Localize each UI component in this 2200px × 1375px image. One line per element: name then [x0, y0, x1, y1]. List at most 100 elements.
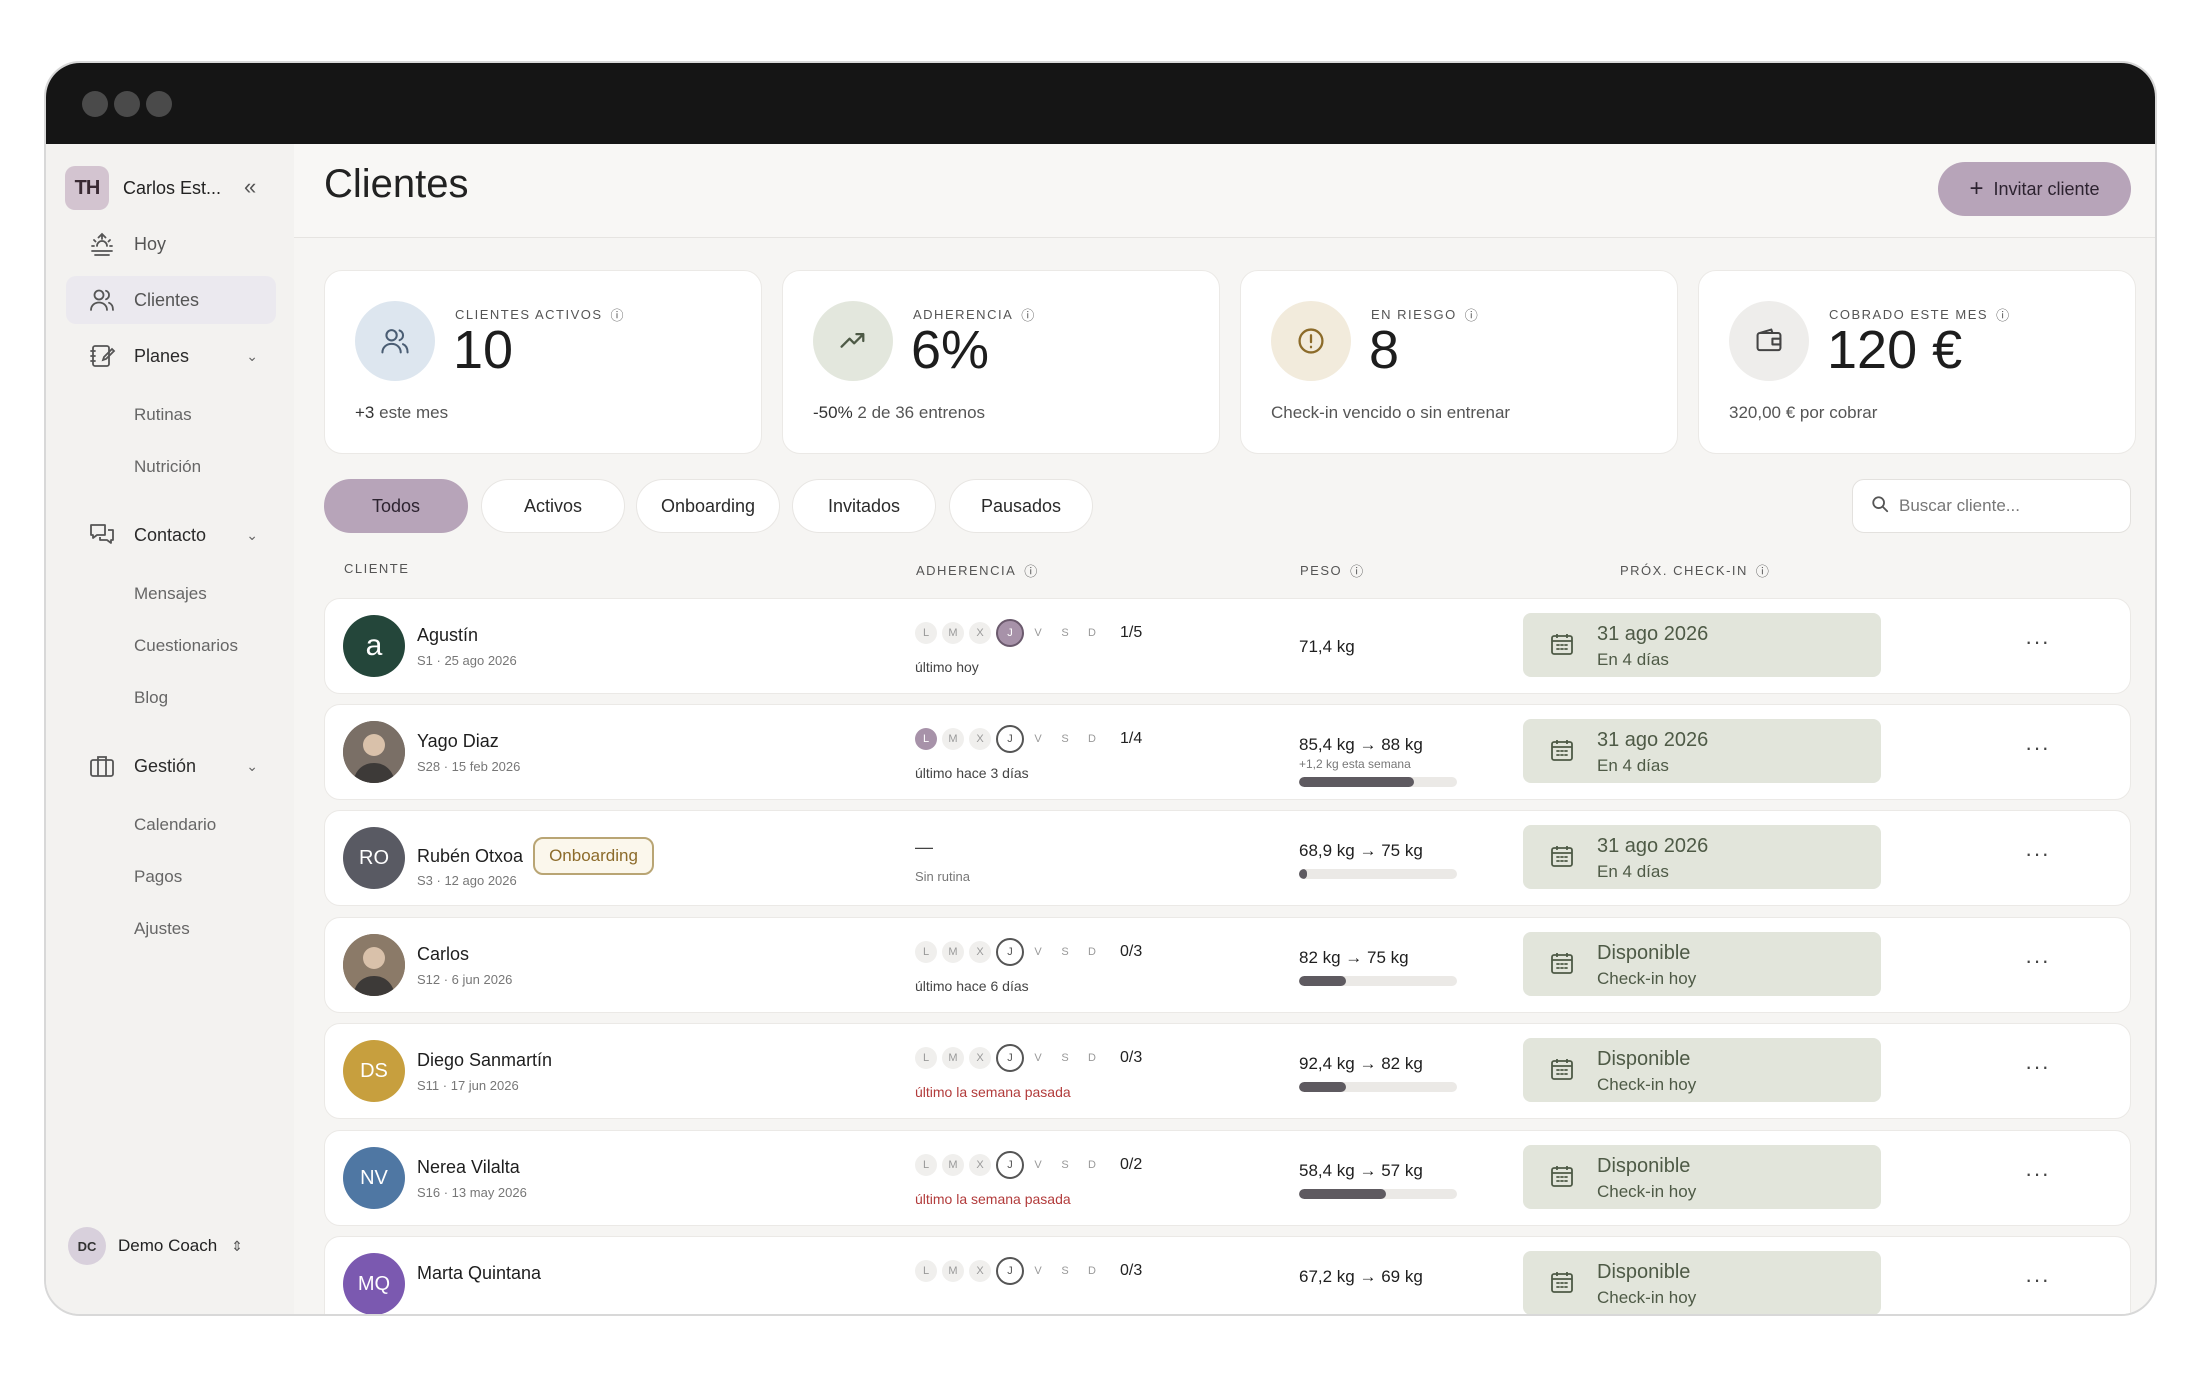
column-header-peso[interactable]: PESO ⓘ: [1300, 561, 1365, 580]
more-options-icon[interactable]: ···: [2025, 948, 2050, 974]
client-name[interactable]: Rubén Otxoa Onboarding: [417, 837, 654, 875]
table-row[interactable]: Carlos S12 · 6 jun 2026 L M X J V S D 0/3 último h…: [324, 917, 2131, 1013]
more-options-icon[interactable]: ···: [2025, 1054, 2050, 1080]
sidebar-item-contacto[interactable]: Contacto ⌄: [66, 511, 276, 559]
weekday-dot: X: [969, 1260, 991, 1282]
checkin-date: 31 ago 2026: [1597, 729, 1709, 751]
sidebar-item-label: Hoy: [134, 233, 167, 254]
sidebar-item-pagos[interactable]: Pagos: [134, 867, 182, 887]
tab-todos[interactable]: Todos: [324, 479, 468, 533]
table-row[interactable]: RO Rubén Otxoa Onboarding S3 · 12 ago 2026 —…: [324, 810, 2131, 906]
page-header: Clientes + Invitar cliente: [294, 144, 2155, 238]
avatar: DS: [343, 1040, 405, 1102]
week-adherence: L M X J V S D 1/5: [915, 619, 1142, 647]
avatar: MQ: [343, 1253, 405, 1314]
weight-progress-bar: [1299, 976, 1457, 986]
sidebar-item-ajustes[interactable]: Ajustes: [134, 919, 190, 939]
info-icon[interactable]: ⓘ: [1024, 561, 1039, 580]
sidebar-item-hoy[interactable]: Hoy: [66, 220, 276, 268]
weight-value: 71,4 kg: [1299, 637, 1355, 656]
next-checkin[interactable]: 31 ago 2026 En 4 días: [1523, 719, 1881, 783]
weekday-dot: V: [1034, 1052, 1042, 1064]
brand[interactable]: TH Carlos Est...: [65, 166, 221, 210]
client-name[interactable]: Diego Sanmartín: [417, 1050, 552, 1071]
sidebar-item-nutricion[interactable]: Nutrición: [134, 457, 201, 477]
table-row[interactable]: NV Nerea Vilalta S16 · 13 may 2026 L M X J V S D 0…: [324, 1130, 2131, 1226]
client-meta: S12 · 6 jun 2026: [417, 972, 513, 987]
column-header-adherencia[interactable]: ADHERENCIA ⓘ: [916, 561, 1039, 580]
tab-onboarding[interactable]: Onboarding: [636, 479, 780, 533]
weekday-dot: V: [1034, 946, 1042, 958]
next-checkin[interactable]: Disponible Check-in hoy: [1523, 1145, 1881, 1209]
tab-activos[interactable]: Activos: [481, 479, 625, 533]
trending-up-icon: [813, 301, 893, 381]
weekday-dot: J: [996, 619, 1024, 647]
user-switcher[interactable]: DC Demo Coach ⇕: [68, 1227, 243, 1265]
sidebar-item-blog[interactable]: Blog: [134, 688, 168, 708]
client-name[interactable]: Marta Quintana: [417, 1263, 541, 1284]
info-icon[interactable]: ⓘ: [611, 305, 626, 324]
window-maximize-dot[interactable]: [146, 91, 172, 117]
weekday-dot: L: [915, 1154, 937, 1176]
calendar-icon: [1549, 737, 1575, 768]
checkin-relative: Check-in hoy: [1597, 1182, 1697, 1201]
no-adherence: —: [915, 837, 933, 857]
weight-progress-fill: [1299, 1082, 1347, 1092]
sidebar-item-mensajes[interactable]: Mensajes: [134, 584, 207, 604]
weight-value: 68,9 kg → 75 kg: [1299, 841, 1423, 860]
info-icon[interactable]: ⓘ: [1996, 305, 2011, 324]
sidebar-item-rutinas[interactable]: Rutinas: [134, 405, 192, 425]
more-options-icon[interactable]: ···: [2025, 629, 2050, 655]
sidebar-item-label: Planes: [134, 345, 190, 366]
calendar-icon: [1549, 1163, 1575, 1194]
info-icon[interactable]: ⓘ: [1350, 561, 1365, 580]
next-checkin[interactable]: Disponible Check-in hoy: [1523, 932, 1881, 996]
sidebar-item-label: Gestión: [134, 755, 197, 776]
tab-pausados[interactable]: Pausados: [949, 479, 1093, 533]
search-box[interactable]: [1852, 479, 2131, 533]
client-name[interactable]: Carlos: [417, 944, 469, 965]
weight-progress-bar: [1299, 777, 1457, 787]
client-name[interactable]: Yago Diaz: [417, 731, 499, 752]
table-row[interactable]: DS Diego Sanmartín S11 · 17 jun 2026 L M X J V S…: [324, 1023, 2131, 1119]
chevron-up-down-icon: ⇕: [231, 1237, 243, 1254]
column-header-checkin[interactable]: PRÓX. CHECK-IN ⓘ: [1620, 561, 1770, 580]
next-checkin[interactable]: 31 ago 2026 En 4 días: [1523, 825, 1881, 889]
table-row[interactable]: Yago Diaz S28 · 15 feb 2026 L M X J V S D 1/4 últi…: [324, 704, 2131, 800]
avatar: RO: [343, 827, 405, 889]
sidebar-item-cuestionarios[interactable]: Cuestionarios: [134, 636, 238, 656]
client-name[interactable]: Nerea Vilalta: [417, 1157, 520, 1178]
table-row[interactable]: a Agustín S1 · 25 ago 2026 L M X J V S D 1/5 último…: [324, 598, 2131, 694]
next-checkin[interactable]: Disponible Check-in hoy: [1523, 1251, 1881, 1314]
weekday-dot: X: [969, 1047, 991, 1069]
collapse-sidebar-icon[interactable]: «: [244, 174, 256, 200]
more-options-icon[interactable]: ···: [2025, 841, 2050, 867]
sidebar-item-planes[interactable]: Planes ⌄: [66, 332, 276, 380]
sidebar-item-gestion[interactable]: Gestión ⌄: [66, 742, 276, 790]
checkin-date: 31 ago 2026: [1597, 623, 1709, 645]
last-workout: último la semana pasada: [915, 1191, 1071, 1207]
calendar-icon: [1549, 843, 1575, 874]
more-options-icon[interactable]: ···: [2025, 735, 2050, 761]
next-checkin[interactable]: Disponible Check-in hoy: [1523, 1038, 1881, 1102]
invite-client-button[interactable]: + Invitar cliente: [1938, 162, 2131, 216]
weight-progress-bar: [1299, 1189, 1457, 1199]
weight-progress-fill: [1299, 777, 1415, 787]
info-icon[interactable]: ⓘ: [1021, 305, 1036, 324]
weekday-dot: S: [1061, 1265, 1069, 1277]
sidebar-item-calendario[interactable]: Calendario: [134, 815, 216, 835]
more-options-icon[interactable]: ···: [2025, 1161, 2050, 1187]
sidebar-item-clientes[interactable]: Clientes: [66, 276, 276, 324]
next-checkin[interactable]: 31 ago 2026 En 4 días: [1523, 613, 1881, 677]
users-icon: [86, 286, 118, 314]
more-options-icon[interactable]: ···: [2025, 1267, 2050, 1293]
window-minimize-dot[interactable]: [114, 91, 140, 117]
tab-invitados[interactable]: Invitados: [792, 479, 936, 533]
last-workout: último hoy: [915, 659, 979, 675]
info-icon[interactable]: ⓘ: [1465, 305, 1480, 324]
search-input[interactable]: [1899, 496, 2119, 516]
window-close-dot[interactable]: [82, 91, 108, 117]
client-name[interactable]: Agustín: [417, 625, 478, 646]
info-icon[interactable]: ⓘ: [1756, 561, 1771, 580]
table-row[interactable]: MQ Marta Quintana L M X J V S D 0/3 67,2 kg → 69 k…: [324, 1236, 2131, 1314]
